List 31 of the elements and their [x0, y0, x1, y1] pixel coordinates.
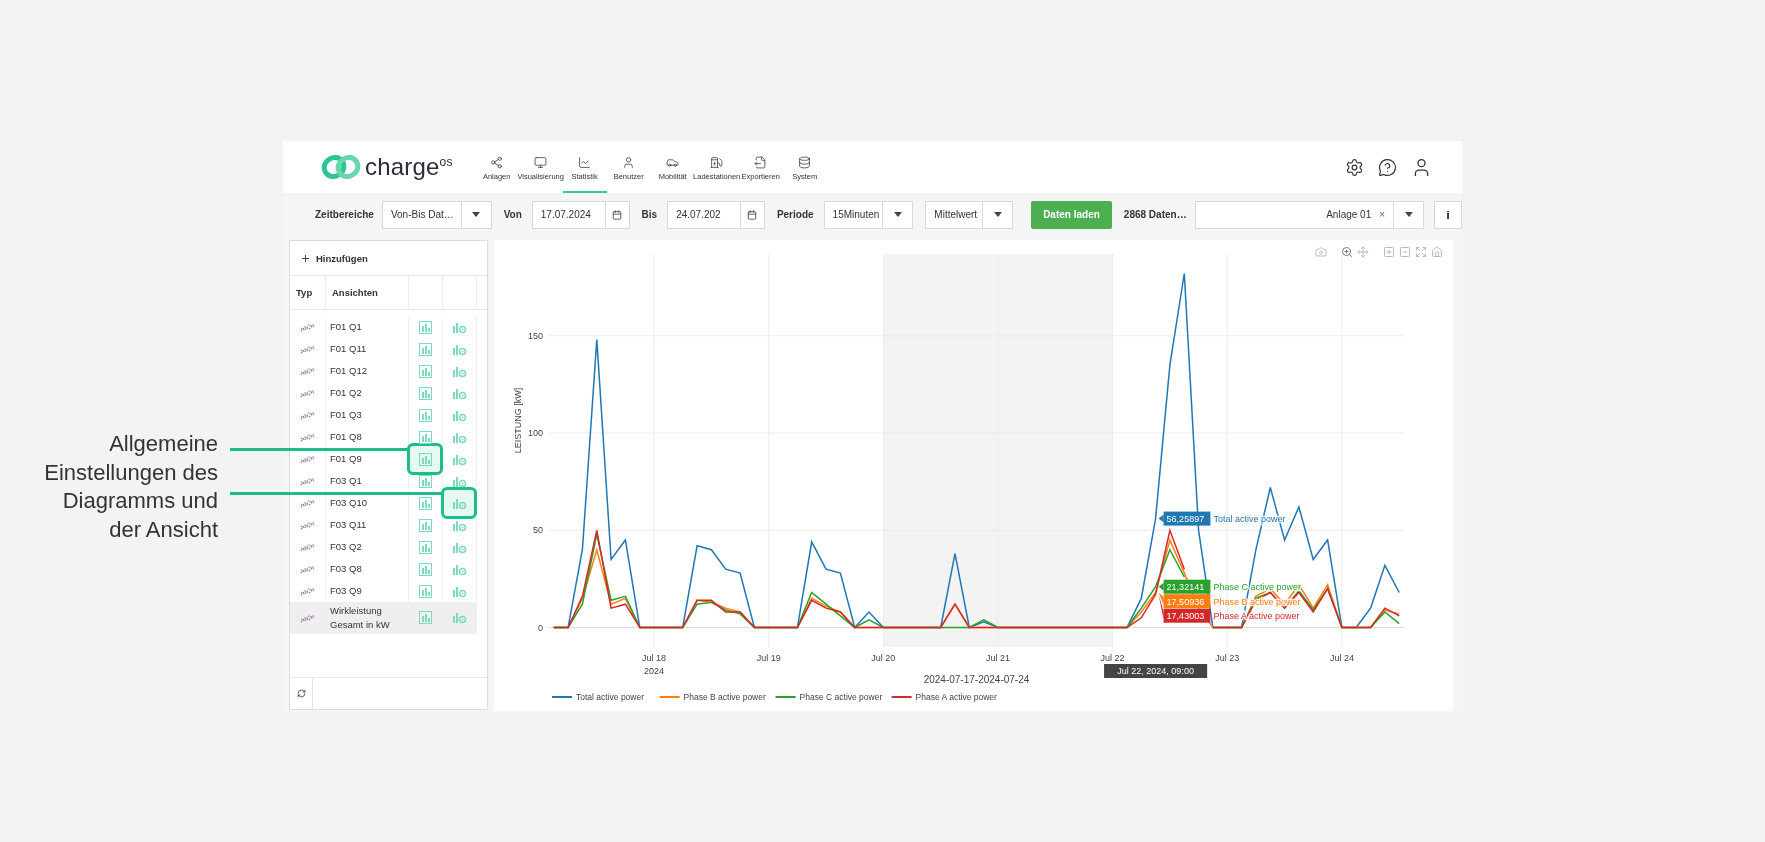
x-tick-label: Jul 22 — [1100, 653, 1125, 663]
y-tick-label: 50 — [533, 525, 543, 536]
hover-value-label: 17,50936 — [1158, 592, 1211, 609]
field-label: Periode — [776, 209, 814, 220]
legend-label: Total active power — [576, 692, 645, 702]
hover-value-label: 56,25897 — [1158, 511, 1211, 526]
data-count: 2868 Daten… — [1123, 209, 1187, 220]
logo-text: charge$^{os}$ — [365, 153, 453, 181]
x-tick-label: Jul 20 — [871, 653, 896, 663]
legend-label: Phase B active power — [683, 692, 766, 702]
hover-x-label: Jul 22, 2024, 09:00 — [1104, 664, 1208, 678]
y-tick-label: 100 — [527, 428, 543, 438]
x-tick-label: Jul 24 — [1329, 653, 1354, 663]
y-axis-title: LEISTUNG [kW] — [513, 387, 523, 454]
callout-text: Allgemeine Einstellungen des Diagramms und der Ansicht — [43, 430, 218, 544]
column-header: Ansichten — [326, 276, 409, 310]
field-label: Bis — [641, 209, 658, 220]
x-tick-label: Jul 23 — [1215, 653, 1240, 663]
y-tick-label: 0 — [538, 622, 543, 633]
field-label: Von — [503, 209, 522, 220]
x-axis-title: 2024-07-17-2024-07-24 — [923, 674, 1030, 685]
hover-value-label: 21,32141 — [1158, 579, 1211, 594]
field-label: Zeitbereiche — [315, 209, 374, 220]
select-value: Anlage 01 — [1326, 209, 1372, 220]
x-tick-label: Jul 18 2024 — [642, 653, 667, 676]
x-tick-label: Jul 21 — [986, 653, 1010, 663]
legend-label: Phase A active power — [915, 692, 998, 702]
legend-label: Phase C active power — [799, 692, 883, 702]
y-tick-label: 150 — [527, 330, 543, 341]
x-tick-label: Jul 19 — [756, 653, 781, 663]
column-header: Typ — [290, 276, 326, 310]
